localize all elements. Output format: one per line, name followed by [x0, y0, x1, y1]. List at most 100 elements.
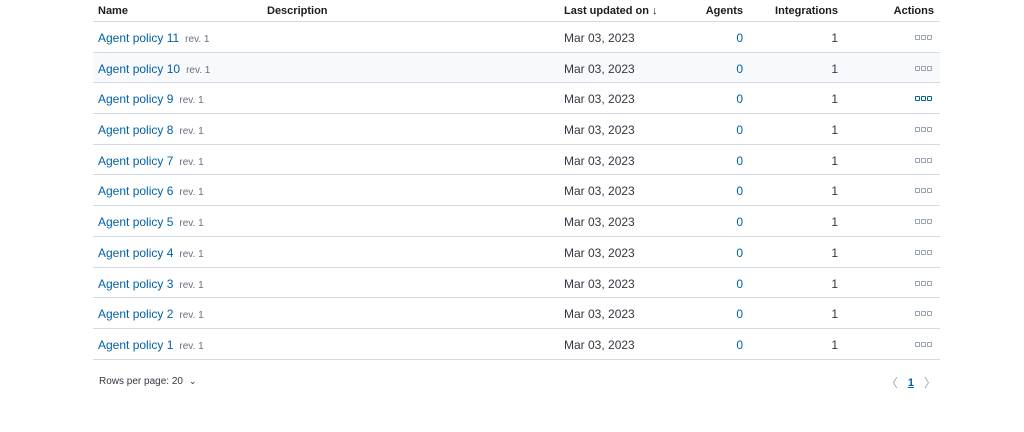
agent-policies-table: Name Description Last updated on ↓ Agent…: [93, 0, 940, 360]
policy-name-cell: Agent policy 1 rev. 1: [98, 338, 204, 352]
agents-count-link[interactable]: 0: [736, 307, 743, 321]
agents-count-link[interactable]: 0: [736, 215, 743, 229]
actions-menu-button[interactable]: [915, 341, 932, 347]
policy-name-link[interactable]: Agent policy 9: [98, 92, 173, 106]
sort-descending-icon: ↓: [652, 5, 658, 17]
column-header-actions: Actions: [893, 5, 934, 17]
actions-menu-button[interactable]: [915, 249, 932, 255]
dot-icon: [915, 280, 920, 286]
policy-name-link[interactable]: Agent policy 7: [98, 154, 173, 168]
agents-count-link[interactable]: 0: [736, 31, 743, 45]
dot-icon: [927, 65, 932, 71]
dot-icon: [915, 65, 920, 71]
last-updated-cell: Mar 03, 2023: [564, 61, 635, 76]
revision-label: rev. 1: [179, 279, 204, 291]
actions-menu-button[interactable]: [915, 35, 932, 40]
page-number[interactable]: 1: [908, 377, 914, 389]
table-header: Name Description Last updated on ↓ Agent…: [93, 0, 940, 22]
integrations-count: 1: [831, 245, 838, 260]
dot-icon: [915, 157, 920, 163]
policy-name-link[interactable]: Agent policy 6: [98, 184, 173, 198]
column-header-agents[interactable]: Agents: [706, 5, 743, 17]
policy-name-link[interactable]: Agent policy 8: [98, 123, 173, 137]
integrations-count: 1: [831, 31, 838, 45]
dot-icon: [921, 249, 926, 255]
policy-name-cell: Agent policy 4 rev. 1: [98, 246, 204, 260]
dot-icon: [927, 188, 932, 194]
revision-label: rev. 1: [185, 34, 210, 45]
policy-name-link[interactable]: Agent policy 10: [98, 62, 180, 76]
policy-name-cell: Agent policy 10 rev. 1: [98, 62, 210, 76]
rows-per-page-button[interactable]: Rows per page: 20 ⌄: [99, 376, 197, 387]
revision-label: rev. 1: [179, 310, 204, 322]
policy-name-cell: Agent policy 5 rev. 1: [98, 215, 204, 229]
policy-name-link[interactable]: Agent policy 1: [98, 338, 173, 352]
policy-name-link[interactable]: Agent policy 11: [98, 31, 179, 45]
dot-icon: [921, 188, 926, 194]
actions-menu-button[interactable]: [915, 280, 932, 286]
actions-menu-button[interactable]: [915, 188, 932, 194]
dot-icon: [927, 280, 932, 286]
agents-count-link[interactable]: 0: [736, 154, 743, 168]
dot-icon: [921, 341, 926, 347]
table-row: Agent policy 6 rev. 1 Mar 03, 2023 0 1: [93, 175, 940, 207]
previous-page-icon[interactable]: 〈: [886, 374, 898, 391]
agents-count-link[interactable]: 0: [736, 277, 743, 291]
policy-name-link[interactable]: Agent policy 2: [98, 307, 173, 321]
dot-icon: [921, 96, 926, 102]
policy-name-cell: Agent policy 11 rev. 1: [98, 31, 209, 45]
actions-menu-button[interactable]: [915, 65, 932, 71]
revision-label: rev. 1: [179, 187, 204, 199]
column-header-name[interactable]: Name: [98, 5, 128, 17]
agents-count-link[interactable]: 0: [736, 338, 743, 352]
policy-name-cell: Agent policy 7 rev. 1: [98, 154, 204, 168]
column-header-integrations[interactable]: Integrations: [775, 5, 838, 17]
dot-icon: [927, 127, 932, 133]
table-row: Agent policy 4 rev. 1 Mar 03, 2023 0 1: [93, 237, 940, 268]
table-row: Agent policy 8 rev. 1 Mar 03, 2023 0 1: [93, 114, 940, 145]
agents-count-link[interactable]: 0: [736, 184, 743, 198]
dot-icon: [921, 65, 926, 71]
dot-icon: [927, 311, 932, 317]
revision-label: rev. 1: [179, 156, 204, 168]
policy-name-link[interactable]: Agent policy 4: [98, 246, 173, 260]
actions-menu-button[interactable]: [915, 127, 932, 133]
revision-label: rev. 1: [179, 340, 204, 352]
column-header-last-updated[interactable]: Last updated on ↓: [564, 5, 658, 17]
pagination: 〈 1 〉: [886, 374, 936, 391]
dot-icon: [915, 127, 920, 133]
last-updated-cell: Mar 03, 2023: [564, 276, 635, 291]
revision-label: rev. 1: [179, 95, 204, 107]
policy-name-cell: Agent policy 9 rev. 1: [98, 92, 204, 106]
actions-menu-button[interactable]: [915, 96, 932, 102]
last-updated-cell: Mar 03, 2023: [564, 307, 635, 322]
dot-icon: [921, 311, 926, 317]
integrations-count: 1: [831, 276, 838, 291]
agents-count-link[interactable]: 0: [736, 123, 743, 137]
last-updated-cell: Mar 03, 2023: [564, 184, 635, 199]
agents-count-link[interactable]: 0: [736, 92, 743, 106]
table-row: Agent policy 1 rev. 1 Mar 03, 2023 0 1: [93, 329, 940, 360]
actions-menu-button[interactable]: [915, 219, 932, 225]
policy-name-link[interactable]: Agent policy 3: [98, 277, 173, 291]
integrations-count: 1: [831, 307, 838, 322]
table-row: Agent policy 3 rev. 1 Mar 03, 2023 0 1: [93, 268, 940, 299]
column-header-description[interactable]: Description: [267, 5, 328, 17]
actions-menu-button[interactable]: [915, 311, 932, 317]
dot-icon: [915, 96, 920, 102]
last-updated-cell: Mar 03, 2023: [564, 215, 635, 230]
dot-icon: [927, 157, 932, 163]
revision-label: rev. 1: [179, 248, 204, 260]
integrations-count: 1: [831, 153, 838, 168]
agents-count-link[interactable]: 0: [736, 246, 743, 260]
policy-name-cell: Agent policy 3 rev. 1: [98, 277, 204, 291]
dot-icon: [927, 35, 932, 40]
dot-icon: [927, 249, 932, 255]
actions-menu-button[interactable]: [915, 157, 932, 163]
policy-name-link[interactable]: Agent policy 5: [98, 215, 173, 229]
revision-label: rev. 1: [179, 126, 204, 138]
policy-name-cell: Agent policy 6 rev. 1: [98, 184, 204, 198]
agents-count-link[interactable]: 0: [736, 62, 743, 76]
next-page-icon[interactable]: 〉: [924, 374, 936, 391]
revision-label: rev. 1: [179, 218, 204, 230]
